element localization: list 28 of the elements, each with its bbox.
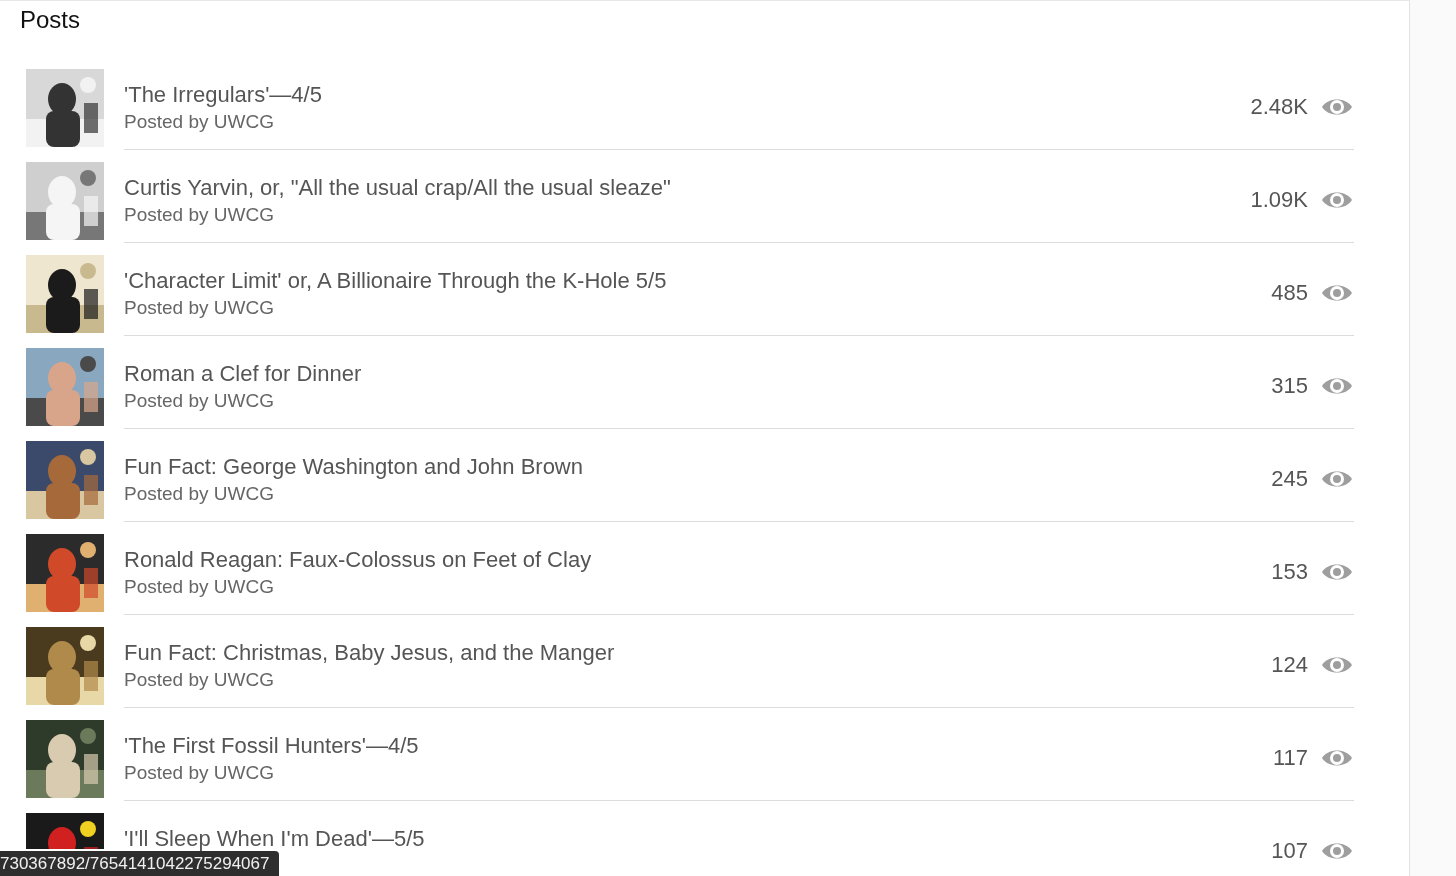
post-author: Posted by UWCG	[124, 481, 275, 506]
view-count: 485	[1271, 279, 1308, 306]
view-count: 124	[1271, 651, 1308, 678]
view-count: 117	[1272, 744, 1308, 771]
post-author: Posted by UWCG	[124, 667, 275, 692]
post-title[interactable]: Fun Fact: George Washington and John Brown	[124, 452, 1272, 481]
post-author: Posted by UWCG	[124, 388, 275, 413]
post-title[interactable]: 'I'll Sleep When I'm Dead'—5/5	[124, 824, 1272, 853]
view-count: 153	[1271, 558, 1308, 585]
post-title[interactable]: Fun Fact: Christmas, Baby Jesus, and the Manger	[124, 638, 1272, 667]
post-title[interactable]: 'The First Fossil Hunters'—4/5	[124, 731, 1273, 760]
post-title[interactable]: Roman a Clef for Dinner	[124, 359, 1272, 388]
view-count: 245	[1271, 465, 1308, 492]
view-count: 2.48K	[1250, 93, 1308, 120]
post-title[interactable]: Ronald Reagan: Faux-Colossus on Feet of Clay	[124, 545, 1272, 574]
post-author: Posted by UWCG	[124, 202, 275, 227]
post-author: Posted by UWCG	[124, 760, 275, 785]
post-author: Posted by UWCG	[124, 295, 275, 320]
post-author: Posted by UWCG	[124, 109, 275, 134]
post-title[interactable]: Curtis Yarvin, or, "All the usual crap/All the usual sleaze"	[124, 173, 1251, 202]
post-author: Posted by UWCG	[124, 574, 275, 599]
url-tooltip: 730367892/7654141042275294067	[0, 851, 280, 876]
post-title[interactable]: 'The Irregulars'—4/5	[124, 80, 1251, 109]
view-count: 315	[1271, 372, 1308, 399]
post-title[interactable]: 'Character Limit' or, A Billionaire Through the K-Hole 5/5	[124, 266, 1272, 295]
view-count: 1.09K	[1250, 186, 1308, 213]
view-count: 107	[1271, 837, 1308, 864]
section-title: Posts	[19, 5, 82, 35]
